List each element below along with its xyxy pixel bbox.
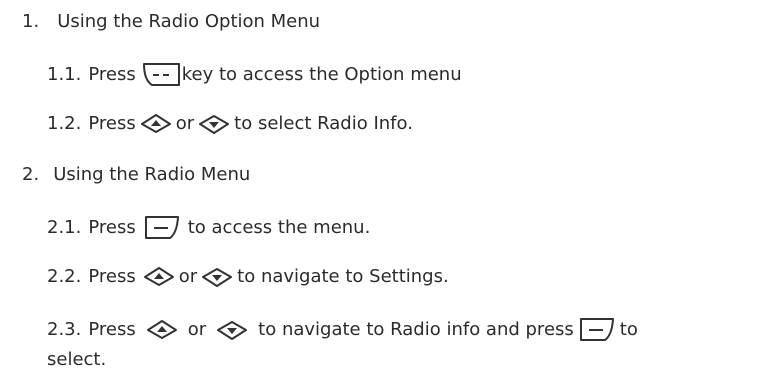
substep-text: to select Radio Info. <box>234 113 413 134</box>
step-title: Using the Radio Menu <box>53 164 251 185</box>
step-1-heading: 1. Using the Radio Option Menu <box>22 11 320 33</box>
substep-text: to navigate to Radio info and press <box>258 319 574 340</box>
or-text: or <box>178 266 198 287</box>
down-key-icon <box>201 266 233 288</box>
substep-text: to navigate to Settings. <box>237 266 449 287</box>
press-text: Press <box>88 64 136 85</box>
substep-number: 2.1. <box>47 217 82 238</box>
continuation-text: select. <box>47 349 107 370</box>
down-key-icon <box>198 113 230 135</box>
menu-ok-key-icon <box>578 317 616 343</box>
substep-text-end: to <box>619 319 638 340</box>
substep-number: 1.1. <box>47 64 82 85</box>
up-key-icon <box>146 319 178 341</box>
substep-2-3-continuation: select. <box>47 349 106 371</box>
or-text: or <box>187 319 207 340</box>
step-number: 1. <box>22 11 40 32</box>
substep-2-3: 2.3. Press or to navigate to Radio info … <box>47 317 638 343</box>
press-text: Press <box>88 319 136 340</box>
substep-number: 1.2. <box>47 113 82 134</box>
option-key-icon <box>140 62 182 88</box>
or-text: or <box>175 113 195 134</box>
press-text: Press <box>88 217 136 238</box>
substep-number: 2.2. <box>47 266 82 287</box>
step-title: Using the Radio Option Menu <box>57 11 321 32</box>
press-text: Press <box>88 266 136 287</box>
down-key-icon <box>216 319 248 341</box>
up-key-icon <box>143 266 175 288</box>
press-text: Press <box>88 113 136 134</box>
substep-1-1: 1.1. Press key to access the Option menu <box>47 62 462 88</box>
substep-1-2: 1.2. Press or to select Radio Info. <box>47 113 413 135</box>
menu-ok-key-icon <box>143 215 181 241</box>
substep-text: key to access the Option menu <box>181 64 462 85</box>
step-2-heading: 2. Using the Radio Menu <box>22 164 250 186</box>
substep-number: 2.3. <box>47 319 82 340</box>
up-key-icon <box>140 113 172 135</box>
substep-text: to access the menu. <box>187 217 371 238</box>
step-number: 2. <box>22 164 40 185</box>
substep-2-2: 2.2. Press or to navigate to Settings. <box>47 266 449 288</box>
substep-2-1: 2.1. Press to access the menu. <box>47 215 370 241</box>
